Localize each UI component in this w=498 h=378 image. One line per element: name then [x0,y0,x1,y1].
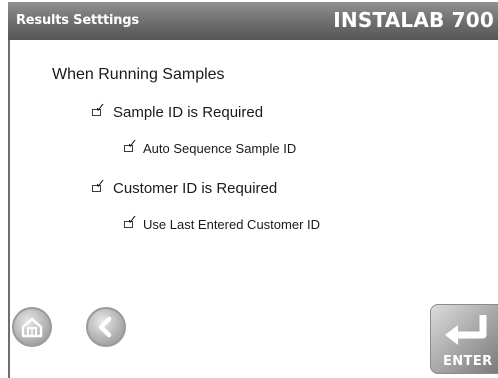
section-heading: When Running Samples [52,66,225,83]
enter-button[interactable]: ENTER [430,304,498,374]
back-arrow-icon [98,316,112,338]
checkmark-icon: ✓ [95,176,106,191]
checkmark-icon: ✓ [127,136,138,151]
title-bar: Results Setttings INSTALAB 700 [8,2,498,40]
left-border-line [8,40,10,378]
back-button[interactable] [86,307,126,347]
customer-id-required-checkbox[interactable]: ✓ [92,177,106,192]
home-icon [21,317,43,338]
checkmark-icon: ✓ [127,212,138,227]
auto-sequence-sample-id-option[interactable]: ✓ Auto Sequence Sample ID [124,137,297,156]
use-last-customer-id-option[interactable]: ✓ Use Last Entered Customer ID [124,213,321,232]
sample-id-required-option[interactable]: ✓ Sample ID is Required [92,101,264,121]
option-label: Use Last Entered Customer ID [143,217,321,232]
customer-id-required-option[interactable]: ✓ Customer ID is Required [92,177,278,197]
home-button[interactable] [12,307,52,347]
option-label: Customer ID is Required [113,180,278,197]
sample-id-required-checkbox[interactable]: ✓ [92,101,106,116]
brand-name: INSTALAB 700 [333,8,494,32]
page-title: Results Setttings [16,13,139,28]
auto-sequence-sample-id-checkbox[interactable]: ✓ [124,137,138,152]
enter-label: ENTER [443,354,493,369]
option-label: Auto Sequence Sample ID [143,141,297,156]
option-label: Sample ID is Required [113,104,264,121]
use-last-customer-id-checkbox[interactable]: ✓ [124,213,138,228]
checkmark-icon: ✓ [95,100,106,115]
